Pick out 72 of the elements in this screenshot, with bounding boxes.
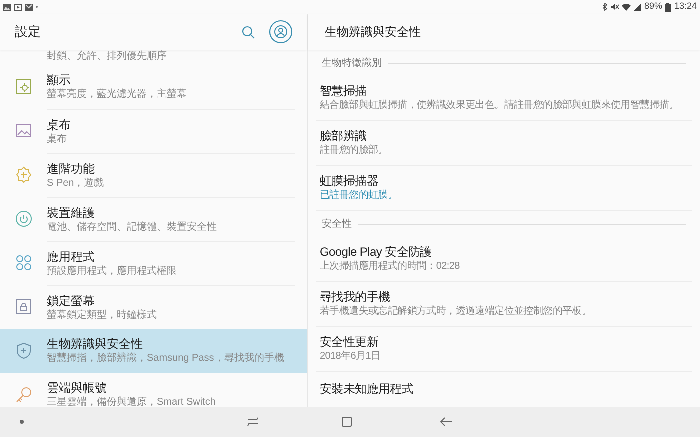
shield-icon: [14, 342, 32, 360]
item-title: 桌布: [47, 118, 71, 132]
bluetooth-icon: [603, 3, 608, 11]
gear-plus-icon: [14, 166, 32, 184]
picture-notification-icon: [3, 4, 11, 10]
settings-list-item[interactable]: 裝置維護 電池、儲存空間、記憶體、裝置安全性: [0, 197, 307, 241]
settings-list-item[interactable]: 進階功能 S Pen，遊戲: [0, 153, 307, 197]
four-circles-icon: [14, 254, 32, 272]
settings-list-item[interactable]: 桌布 桌布: [0, 109, 307, 153]
item-title: 鎖定螢幕: [47, 294, 95, 308]
item-status: 已註冊您的虹膜。: [320, 189, 398, 202]
settings-list-item[interactable]: 雲端與帳號 三星雲端，備份與還原，Smart Switch: [0, 373, 307, 407]
item-title: 安全性更新: [320, 335, 379, 350]
profile-icon[interactable]: [269, 20, 293, 44]
item-title: 臉部辨識: [320, 129, 367, 144]
item-summary: 三星雲端，備份與還原，Smart Switch: [47, 396, 216, 407]
lock-icon: [14, 298, 32, 316]
settings-list-item[interactable]: 智慧掃描 結合臉部與虹膜掃描，使辨識效果更出色。請註冊您的臉部與虹膜來使用智慧掃描。: [316, 76, 692, 121]
signal-icon: [634, 3, 642, 11]
section-header: 生物特徵識別: [322, 56, 382, 70]
battery-percentage: 89%: [644, 0, 662, 14]
item-summary: 註冊您的臉部。: [320, 144, 388, 157]
battery-icon: [665, 2, 672, 12]
key-icon: [14, 386, 32, 404]
settings-list-item[interactable]: 顯示 螢幕亮度，藍光濾光器，主螢幕: [0, 65, 307, 109]
item-title: 生物辨識與安全性: [47, 337, 143, 352]
settings-list-item[interactable]: 安裝未知應用程式: [316, 372, 692, 407]
settings-list-item[interactable]: 虹膜掃描器 已註冊您的虹膜。: [316, 166, 692, 211]
item-summary: 桌布: [47, 132, 67, 146]
item-title: 應用程式: [47, 250, 95, 264]
item-summary: S Pen，遊戲: [47, 176, 104, 190]
mute-icon: [611, 3, 620, 11]
item-summary: 結合臉部與虹膜掃描，使辨識效果更出色。請註冊您的臉部與虹膜來使用智慧掃描。: [320, 99, 679, 112]
power-circle-icon: [14, 210, 32, 228]
mail-notification-icon: [25, 4, 33, 10]
settings-list-item[interactable]: Google Play 安全防護 上次掃描應用程式的時間：02:28: [316, 237, 692, 282]
item-title: 智慧掃描: [320, 84, 367, 99]
image-icon: [14, 122, 32, 140]
clock-time: 13:24: [674, 0, 697, 14]
item-title: Google Play 安全防護: [320, 245, 432, 260]
settings-list-item[interactable]: 安全性更新 2018年6月1日: [316, 327, 692, 372]
item-summary: 若手機遺失或忘記解鎖方式時，透過遠端定位並控制您的平板。: [320, 305, 592, 318]
settings-list-item[interactable]: 生物辨識與安全性 智慧掃指，臉部辨識，Samsung Pass，尋找我的手機: [0, 329, 307, 373]
recent-apps-icon[interactable]: [247, 417, 259, 427]
item-summary: 預設應用程式，應用程式權限: [47, 264, 177, 278]
item-summary: 2018年6月1日: [320, 350, 381, 363]
item-summary: 電池、儲存空間、記憶體、裝置安全性: [47, 220, 217, 234]
item-title: 進階功能: [47, 162, 95, 176]
item-title: 虹膜掃描器: [320, 174, 379, 189]
settings-list-item[interactable]: 尋找我的手機 若手機遺失或忘記解鎖方式時，透過遠端定位並控制您的平板。: [316, 282, 692, 327]
item-summary: 螢幕亮度，藍光濾光器，主螢幕: [47, 88, 187, 101]
back-icon[interactable]: [440, 417, 452, 427]
item-title: 安裝未知應用程式: [320, 382, 414, 397]
item-title: 雲端與帳號: [47, 381, 107, 396]
dot-icon[interactable]: [20, 420, 24, 424]
settings-list-item[interactable]: 臉部辨識 註冊您的臉部。: [316, 121, 692, 166]
item-summary: 螢幕鎖定類型，時鐘樣式: [47, 308, 157, 322]
wifi-icon: [622, 3, 632, 11]
page-title: 生物辨識與安全性: [325, 24, 421, 41]
item-summary: 上次掃描應用程式的時間：02:28: [320, 260, 460, 273]
section-header: 安全性: [322, 218, 352, 232]
home-icon[interactable]: [342, 417, 352, 427]
item-title: 裝置維護: [47, 206, 95, 220]
item-summary: 智慧掃指，臉部辨識，Samsung Pass，尋找我的手機: [47, 352, 284, 365]
search-icon[interactable]: [242, 26, 255, 38]
display-icon: [14, 78, 32, 96]
video-notification-icon: [14, 4, 22, 10]
item-title: 顯示: [47, 73, 71, 88]
settings-title: 設定: [15, 23, 41, 42]
item-title: 尋找我的手機: [320, 290, 390, 305]
item-summary: 封鎖、允許、排列優先順序: [47, 50, 167, 64]
settings-list-item[interactable]: 應用程式 預設應用程式，應用程式權限: [0, 241, 307, 285]
